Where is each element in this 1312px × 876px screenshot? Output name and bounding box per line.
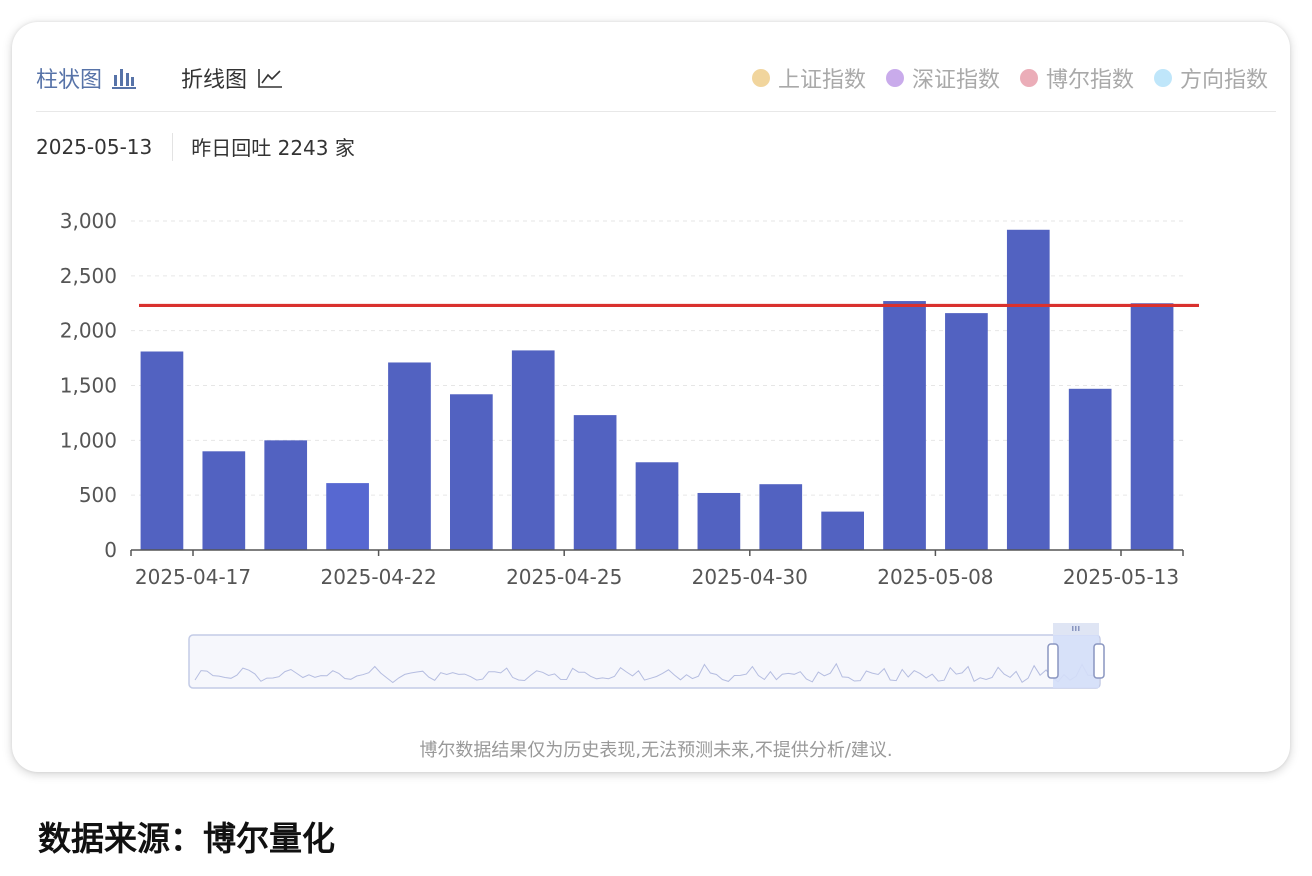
footnote: 博尔数据结果仅为历史表现,无法预测未来,不提供分析/建议.: [419, 740, 893, 761]
zoom-grip-mark: [1075, 626, 1077, 631]
bar: [202, 451, 246, 550]
bar: [388, 362, 431, 550]
bar: [264, 440, 308, 550]
bar: [759, 484, 803, 550]
bar: [635, 462, 679, 550]
bar: [1006, 229, 1050, 551]
bar: [1068, 388, 1112, 550]
zoom-handle-right[interactable]: [1093, 643, 1105, 679]
bar: [883, 301, 926, 550]
x-tick-label: 2025-04-25: [506, 565, 622, 589]
bar: [945, 313, 988, 550]
y-tick-label: 500: [79, 483, 117, 507]
x-tick-label: 2025-04-22: [320, 565, 436, 589]
y-tick-label: 2,000: [60, 319, 117, 343]
x-tick-label: 2025-04-17: [135, 565, 251, 589]
zoom-slider-selection: [1053, 635, 1099, 688]
bar: [511, 350, 555, 550]
x-tick-label: 2025-05-08: [877, 565, 993, 589]
bar: [1130, 303, 1174, 550]
bar: [821, 511, 864, 550]
bar: [140, 351, 184, 550]
bar: [326, 483, 369, 550]
bar: [697, 492, 741, 550]
x-tick-label: 2025-05-13: [1063, 565, 1179, 589]
zoom-grip-mark: [1072, 626, 1074, 631]
y-tick-label: 1,500: [60, 374, 117, 398]
zoom-grip-mark: [1078, 626, 1080, 631]
bar: [450, 394, 493, 550]
zoom-handle-left[interactable]: [1047, 643, 1059, 679]
y-tick-label: 1,000: [60, 428, 117, 452]
bar: [573, 415, 617, 550]
y-tick-label: 3,000: [60, 209, 117, 233]
x-tick-label: 2025-04-30: [692, 565, 808, 589]
y-tick-label: 0: [104, 538, 117, 562]
y-tick-label: 2,500: [60, 264, 117, 288]
data-source: 数据来源：博尔量化: [38, 819, 335, 858]
